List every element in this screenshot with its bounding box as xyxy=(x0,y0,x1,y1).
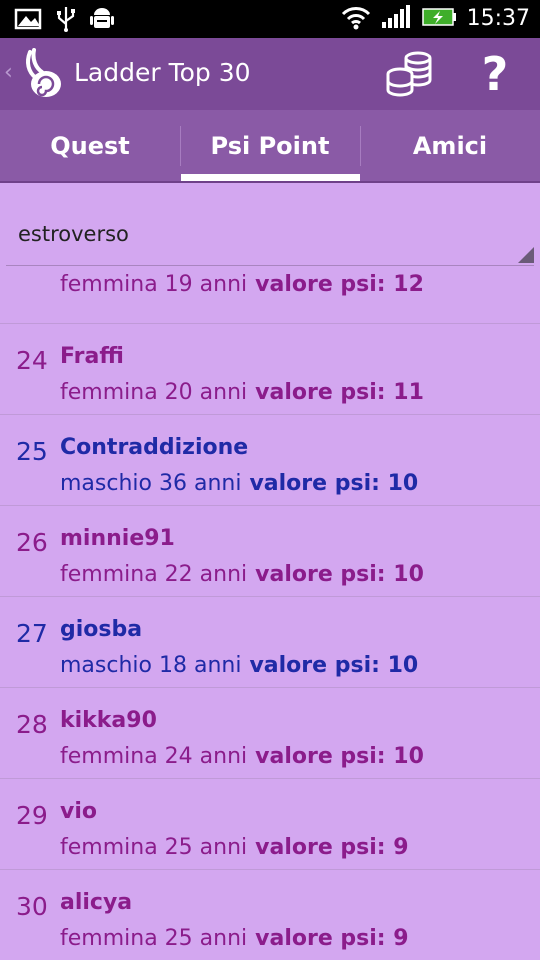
list-item[interactable]: 30 alicya femmina 25 anni valore psi: 9 xyxy=(0,870,540,960)
user-meta: femmina 24 anni valore psi: 10 xyxy=(60,744,424,769)
tab-psi-point[interactable]: Psi Point xyxy=(180,110,360,182)
list-item[interactable]: femmina 19 anni valore psi: 12 xyxy=(0,266,540,324)
user-name: alicya xyxy=(60,890,133,915)
user-name: giosba xyxy=(60,617,143,642)
action-bar: ‹ Ladder Top 30 ? xyxy=(0,38,540,110)
android-debug-icon xyxy=(90,6,114,36)
rank-number: 30 xyxy=(16,892,48,921)
list-item[interactable]: 24 Fraffi femmina 20 anni valore psi: 11 xyxy=(0,324,540,415)
help-button[interactable]: ? xyxy=(466,44,524,104)
rank-number: 29 xyxy=(16,801,48,830)
filter-dropdown[interactable]: estroverso xyxy=(6,206,534,266)
dropdown-arrow-icon xyxy=(518,247,534,263)
user-meta: femmina 25 anni valore psi: 9 xyxy=(60,926,409,951)
app-logo-icon[interactable] xyxy=(22,48,66,100)
user-name: vio xyxy=(60,799,97,824)
rank-number: 24 xyxy=(16,346,48,375)
list-item[interactable]: 25 Contraddizione maschio 36 anni valore … xyxy=(0,415,540,506)
user-meta: femmina 22 anni valore psi: 10 xyxy=(60,562,424,587)
tab-amici[interactable]: Amici xyxy=(360,110,540,182)
rank-number: 27 xyxy=(16,619,48,648)
filter-selected-value: estroverso xyxy=(18,222,129,246)
rank-number: 28 xyxy=(16,710,48,739)
list-item[interactable]: 26 minnie91 femmina 22 anni valore psi: 1… xyxy=(0,506,540,597)
coins-icon xyxy=(386,51,432,97)
status-time: 15:37 xyxy=(466,6,530,31)
tab-bar: Quest Psi Point Amici xyxy=(0,110,540,182)
signal-icon xyxy=(381,4,411,34)
user-meta: femmina 19 anni valore psi: 12 xyxy=(60,272,424,297)
user-name: minnie91 xyxy=(60,526,175,551)
battery-charging-icon xyxy=(421,4,457,34)
tab-selected-indicator xyxy=(181,174,360,181)
coins-button[interactable] xyxy=(384,50,434,98)
usb-icon xyxy=(56,6,76,36)
user-meta: femmina 25 anni valore psi: 9 xyxy=(60,835,409,860)
user-name: Contraddizione xyxy=(60,435,249,460)
ladder-list[interactable]: femmina 19 anni valore psi: 12 24 Fraffi … xyxy=(0,266,540,960)
list-item[interactable]: 28 kikka90 femmina 24 anni valore psi: 10 xyxy=(0,688,540,779)
list-item[interactable]: 27 giosba maschio 18 anni valore psi: 10 xyxy=(0,597,540,688)
user-name: kikka90 xyxy=(60,708,157,733)
user-meta: femmina 20 anni valore psi: 11 xyxy=(60,380,424,405)
list-item[interactable]: 29 vio femmina 25 anni valore psi: 9 xyxy=(0,779,540,870)
chevron-left-icon[interactable]: ‹ xyxy=(4,60,13,85)
tab-quest[interactable]: Quest xyxy=(0,110,180,182)
user-meta: maschio 36 anni valore psi: 10 xyxy=(60,471,419,496)
status-bar: 15:37 xyxy=(0,0,540,38)
rank-number: 25 xyxy=(16,437,48,466)
page-title: Ladder Top 30 xyxy=(74,58,251,87)
user-name: Fraffi xyxy=(60,344,124,369)
rank-number: 26 xyxy=(16,528,48,557)
gallery-notification-icon xyxy=(14,7,42,35)
tab-divider-line xyxy=(0,181,540,183)
user-meta: maschio 18 anni valore psi: 10 xyxy=(60,653,419,678)
wifi-icon xyxy=(341,4,371,34)
